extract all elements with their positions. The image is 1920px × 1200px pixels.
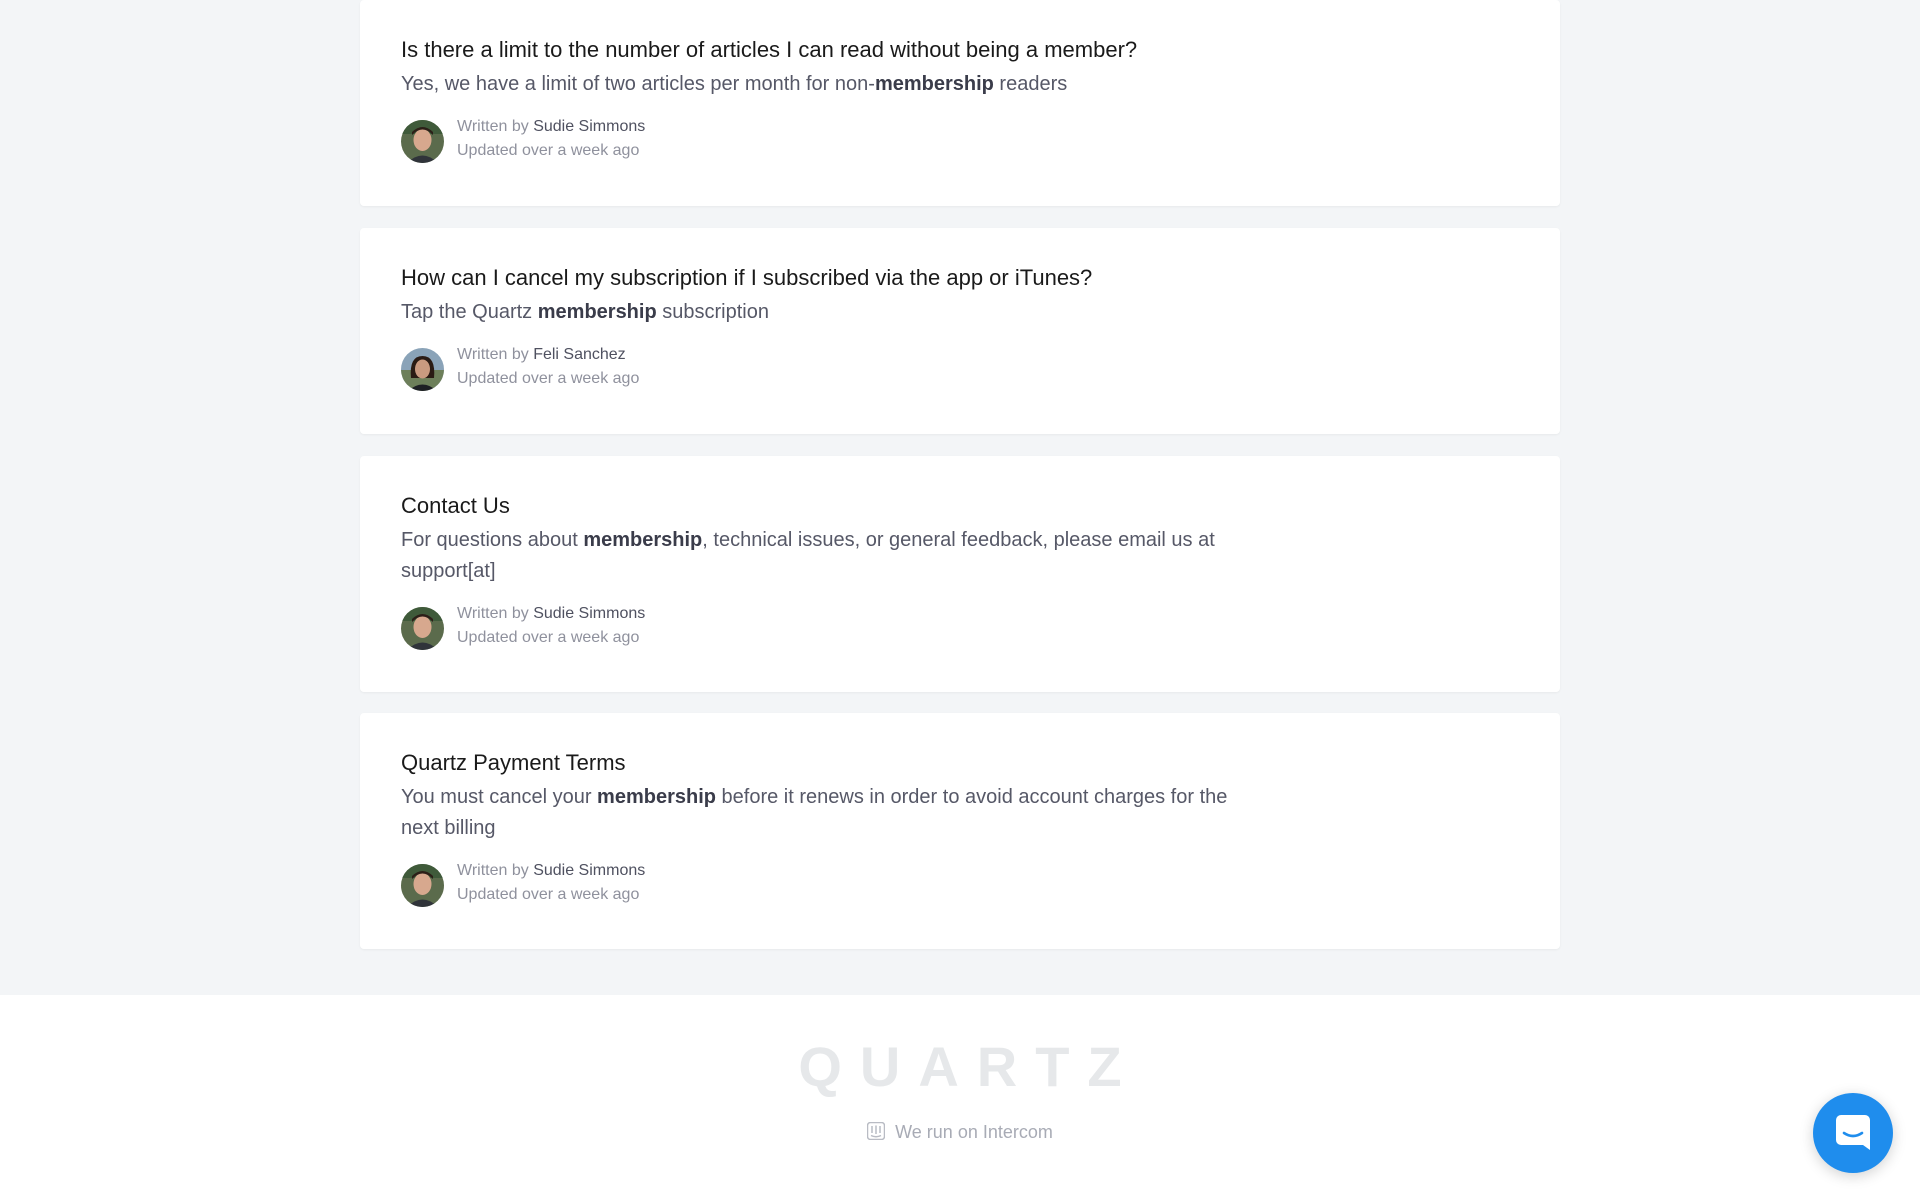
powered-by-text: We run on Intercom (895, 1122, 1053, 1142)
author-avatar (401, 120, 444, 163)
author-name: Sudie Simmons (533, 862, 646, 879)
updated-text: Updated over a week ago (457, 629, 640, 646)
article-title[interactable]: How can I cancel my subscription if I su… (401, 263, 1519, 293)
article-card[interactable]: Is there a limit to the number of articl… (360, 0, 1560, 206)
article-list: Is there a limit to the number of articl… (0, 0, 1920, 995)
author-name: Sudie Simmons (533, 118, 646, 135)
article-title[interactable]: Contact Us (401, 491, 1519, 521)
powered-by-link[interactable]: We run on Intercom (0, 1120, 1920, 1146)
written-by-label: Written by (457, 862, 529, 879)
article-card[interactable]: Contact Us For questions about membershi… (360, 456, 1560, 692)
article-card[interactable]: Quartz Payment Terms You must cancel you… (360, 713, 1560, 949)
author-photo-icon (401, 120, 444, 163)
article-title[interactable]: Is there a limit to the number of articl… (401, 35, 1519, 65)
written-by-label: Written by (457, 605, 529, 622)
meta-text: Written by Feli Sanchez Updated over a w… (457, 343, 639, 391)
article-meta: Written by Sudie Simmons Updated over a … (401, 115, 1519, 163)
article-summary: Yes, we have a limit of two articles per… (401, 73, 1068, 95)
meta-text: Written by Sudie Simmons Updated over a … (457, 859, 645, 907)
author-photo-icon (401, 348, 444, 391)
written-by-label: Written by (457, 118, 529, 135)
meta-text: Written by Sudie Simmons Updated over a … (457, 602, 645, 650)
footer: QUARTZ We run on Intercom (0, 995, 1920, 1200)
author-avatar (401, 607, 444, 650)
messenger-launcher-button[interactable] (1813, 1093, 1893, 1173)
article-meta: Written by Sudie Simmons Updated over a … (401, 859, 1519, 907)
author-name: Sudie Simmons (533, 605, 646, 622)
article-meta: Written by Feli Sanchez Updated over a w… (401, 343, 1519, 391)
quartz-logo[interactable]: QUARTZ (0, 1037, 1920, 1097)
author-name: Feli Sanchez (533, 346, 626, 363)
article-summary: You must cancel your membership before i… (401, 786, 1228, 839)
updated-text: Updated over a week ago (457, 370, 640, 387)
article-card[interactable]: How can I cancel my subscription if I su… (360, 228, 1560, 434)
article-summary: Tap the Quartz membership subscription (401, 301, 769, 323)
article-title[interactable]: Quartz Payment Terms (401, 748, 1519, 778)
author-avatar (401, 864, 444, 907)
meta-text: Written by Sudie Simmons Updated over a … (457, 115, 645, 163)
updated-text: Updated over a week ago (457, 886, 640, 903)
author-photo-icon (401, 607, 444, 650)
chat-icon (1836, 1115, 1870, 1150)
updated-text: Updated over a week ago (457, 142, 640, 159)
author-avatar (401, 348, 444, 391)
article-summary: For questions about membership, technica… (401, 529, 1215, 582)
article-meta: Written by Sudie Simmons Updated over a … (401, 602, 1519, 650)
author-photo-icon (401, 864, 444, 907)
intercom-icon (866, 1121, 886, 1146)
written-by-label: Written by (457, 346, 529, 363)
